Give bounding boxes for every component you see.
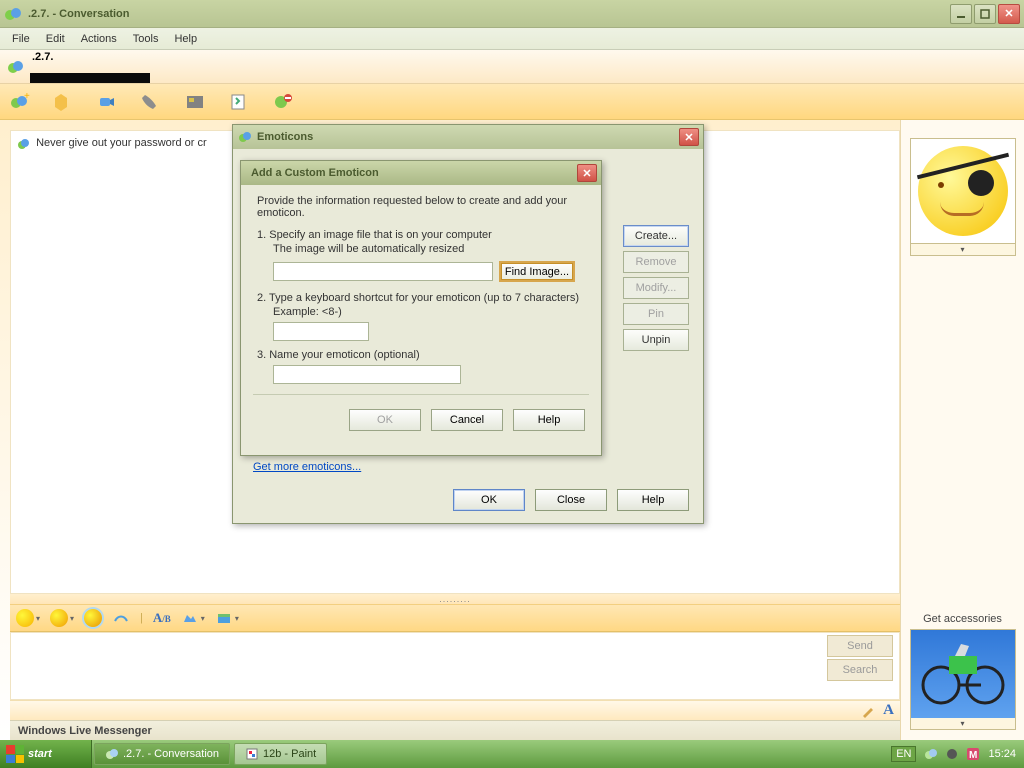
window-titlebar: .2.7. - Conversation ✕ bbox=[0, 0, 1024, 28]
games-icon[interactable] bbox=[228, 91, 250, 113]
create-button[interactable]: Create... bbox=[623, 225, 689, 247]
emoticons-close-btn[interactable]: Close bbox=[535, 489, 607, 511]
emoticon-name-input[interactable] bbox=[273, 365, 461, 384]
emoticons-close-button[interactable]: ✕ bbox=[679, 128, 699, 146]
start-label: start bbox=[28, 748, 52, 760]
contact-header: .2.7. bbox=[0, 50, 1024, 84]
modify-button: Modify... bbox=[623, 277, 689, 299]
messenger-icon bbox=[237, 129, 253, 145]
invite-icon[interactable]: + bbox=[8, 91, 30, 113]
shortcut-input[interactable] bbox=[273, 322, 369, 341]
brand-footer: Windows Live Messenger bbox=[10, 720, 900, 740]
find-image-button[interactable]: Find Image... bbox=[499, 261, 575, 282]
step1-sublabel: The image will be automatically resized bbox=[273, 243, 585, 255]
activities-icon[interactable] bbox=[184, 91, 206, 113]
font-icon[interactable]: A/B bbox=[153, 610, 171, 626]
taskbar-item-label: 12b - Paint bbox=[263, 748, 316, 760]
custom-intro-text: Provide the information requested below … bbox=[257, 195, 585, 219]
custom-close-button[interactable]: ✕ bbox=[577, 164, 597, 182]
avatar-dropdown[interactable]: ▾ bbox=[910, 244, 1016, 256]
accessories-label[interactable]: Get accessories bbox=[923, 609, 1002, 629]
remove-button: Remove bbox=[623, 251, 689, 273]
get-more-emoticons-link[interactable]: Get more emoticons... bbox=[253, 461, 361, 473]
block-icon[interactable] bbox=[272, 91, 294, 113]
close-button[interactable]: ✕ bbox=[998, 4, 1020, 24]
tray-clock[interactable]: 15:24 bbox=[988, 748, 1016, 760]
password-warning-text: Never give out your password or cr bbox=[36, 137, 207, 149]
tray-app-icon[interactable]: M bbox=[966, 747, 980, 761]
voice-clip-icon[interactable] bbox=[84, 609, 102, 627]
conversation-toolbar: + bbox=[0, 84, 1024, 120]
custom-dialog-titlebar[interactable]: Add a Custom Emoticon ✕ bbox=[241, 161, 601, 185]
minimize-button[interactable] bbox=[950, 4, 972, 24]
handwrite-icon[interactable] bbox=[861, 703, 877, 719]
menu-edit[interactable]: Edit bbox=[38, 31, 73, 47]
dialog-divider bbox=[253, 394, 589, 395]
language-indicator[interactable]: EN bbox=[891, 746, 916, 762]
window-title: .2.7. - Conversation bbox=[28, 8, 950, 20]
nudge-icon[interactable] bbox=[112, 609, 130, 627]
call-icon[interactable] bbox=[140, 91, 162, 113]
my-avatar bbox=[910, 629, 1016, 719]
menubar: File Edit Actions Tools Help bbox=[0, 28, 1024, 50]
emoticons-dialog-titlebar[interactable]: Emoticons ✕ bbox=[233, 125, 703, 149]
splitter[interactable]: ......... bbox=[10, 594, 900, 604]
compose-input[interactable]: Send Search bbox=[10, 632, 900, 700]
custom-dialog-title: Add a Custom Emoticon bbox=[251, 167, 577, 179]
taskbar-item-paint[interactable]: 12b - Paint bbox=[234, 743, 327, 765]
step1-label: 1. Specify an image file that is on your… bbox=[257, 229, 585, 241]
step3-label: 3. Name your emoticon (optional) bbox=[257, 349, 585, 361]
my-avatar-dropdown[interactable]: ▾ bbox=[910, 718, 1016, 730]
pirate-smiley-icon bbox=[918, 146, 1008, 236]
messenger-icon bbox=[4, 5, 22, 23]
compose-toolbar: ▾ ▾ | A/B ▾ ▾ bbox=[10, 604, 900, 632]
contact-email-redacted bbox=[30, 73, 150, 83]
step2-label: 2. Type a keyboard shortcut for your emo… bbox=[257, 292, 585, 304]
custom-ok-button: OK bbox=[349, 409, 421, 431]
emoticons-ok-button[interactable]: OK bbox=[453, 489, 525, 511]
image-path-input[interactable] bbox=[273, 262, 493, 281]
packs-icon[interactable]: ▾ bbox=[215, 609, 239, 627]
custom-help-button[interactable]: Help bbox=[513, 409, 585, 431]
menu-tools[interactable]: Tools bbox=[125, 31, 167, 47]
emoticons-dialog-title: Emoticons bbox=[257, 131, 679, 143]
svg-text:M: M bbox=[969, 750, 977, 761]
pin-button: Pin bbox=[623, 303, 689, 325]
emoticon-wink-icon[interactable]: ▾ bbox=[50, 609, 74, 627]
unpin-button[interactable]: Unpin bbox=[623, 329, 689, 351]
contact-avatar bbox=[910, 138, 1016, 244]
send-button[interactable]: Send bbox=[827, 635, 893, 657]
background-icon[interactable]: ▾ bbox=[181, 609, 205, 627]
menu-help[interactable]: Help bbox=[166, 31, 205, 47]
search-button[interactable]: Search bbox=[827, 659, 893, 681]
windows-logo-icon bbox=[6, 745, 24, 763]
send-file-icon[interactable] bbox=[52, 91, 74, 113]
contact-name: .2.7. bbox=[32, 51, 150, 63]
menu-actions[interactable]: Actions bbox=[73, 31, 125, 47]
menu-file[interactable]: File bbox=[4, 31, 38, 47]
start-button[interactable]: start bbox=[0, 740, 92, 768]
step2-sublabel: Example: <8-) bbox=[273, 306, 585, 318]
warning-icon bbox=[17, 137, 29, 149]
webcam-icon[interactable] bbox=[96, 91, 118, 113]
custom-cancel-button[interactable]: Cancel bbox=[431, 409, 503, 431]
tray-volume-icon[interactable] bbox=[946, 748, 958, 760]
maximize-button[interactable] bbox=[974, 4, 996, 24]
system-tray: EN M 15:24 bbox=[891, 746, 1024, 762]
svg-text:+: + bbox=[24, 91, 30, 102]
taskbar-item-label: .2.7. - Conversation bbox=[123, 748, 219, 760]
emoticons-help-button[interactable]: Help bbox=[617, 489, 689, 511]
emoticon-smile-icon[interactable]: ▾ bbox=[16, 609, 40, 627]
compose-footer: A bbox=[10, 700, 900, 720]
taskbar-item-conversation[interactable]: .2.7. - Conversation bbox=[94, 743, 230, 765]
add-custom-emoticon-dialog: Add a Custom Emoticon ✕ Provide the info… bbox=[240, 160, 602, 456]
tray-messenger-icon[interactable] bbox=[924, 747, 938, 761]
taskbar: start .2.7. - Conversation 12b - Paint E… bbox=[0, 740, 1024, 768]
font-format-icon[interactable]: A bbox=[883, 702, 894, 719]
contact-status-icon bbox=[6, 58, 24, 76]
